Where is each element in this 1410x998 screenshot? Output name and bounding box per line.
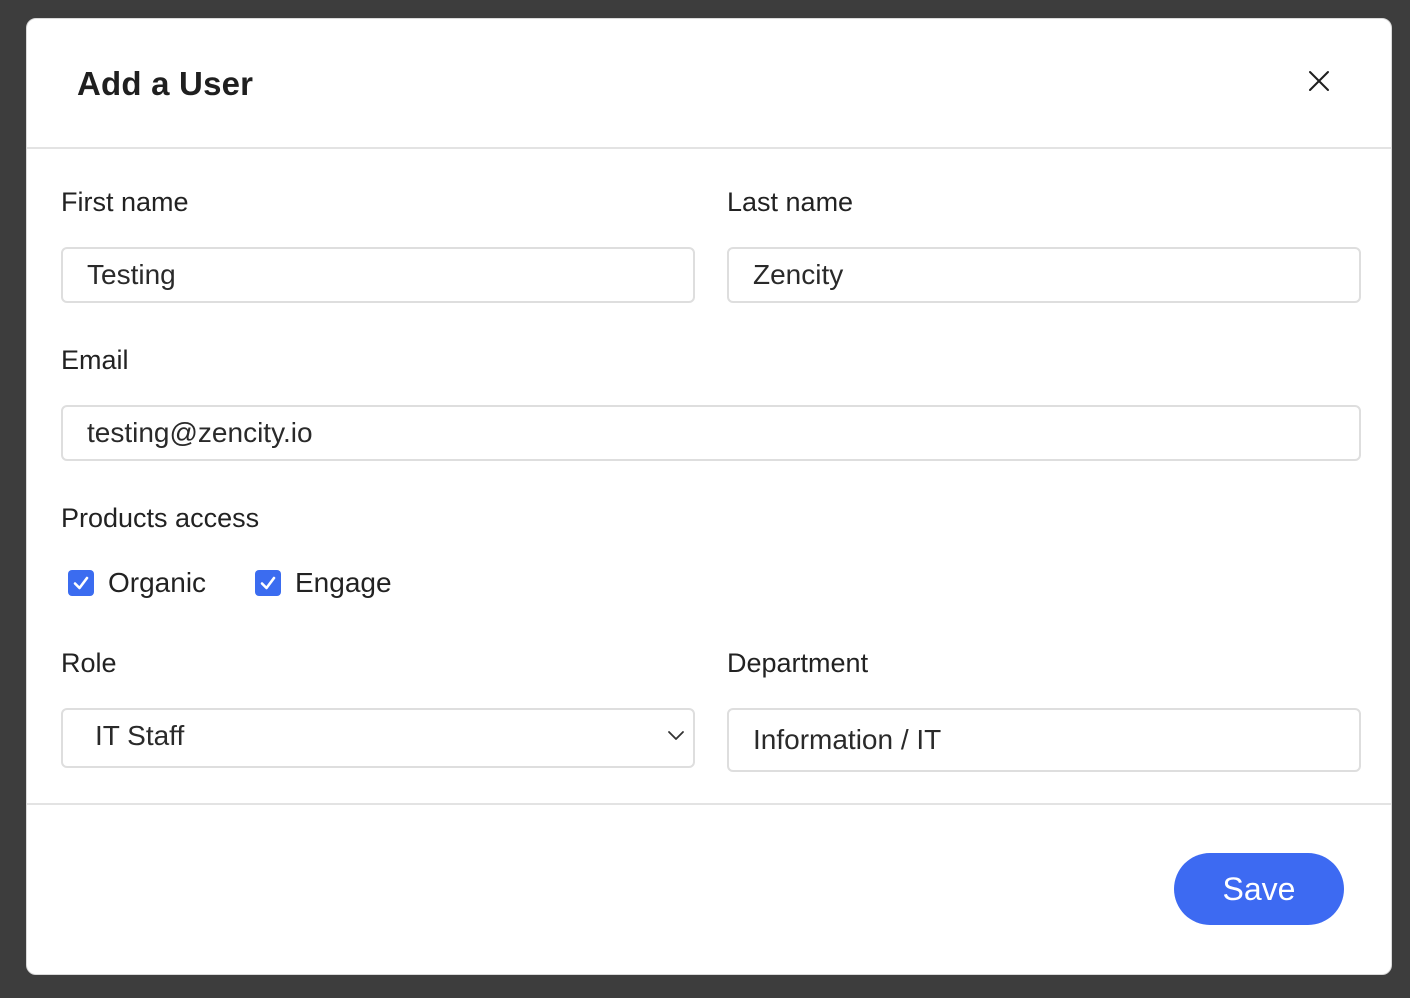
products-access-label: Products access (61, 503, 260, 533)
department-field[interactable] (727, 708, 1361, 772)
close-button[interactable] (1307, 69, 1331, 93)
first-name-label: First name (61, 187, 189, 217)
close-icon (1309, 71, 1329, 91)
email-label: Email (61, 345, 129, 375)
add-user-dialog: Add a User First name Last name Email Pr… (26, 18, 1392, 975)
dialog-body: First name Last name Email Products acce… (27, 149, 1391, 805)
dialog-footer: Save (27, 805, 1391, 974)
last-name-field[interactable] (727, 247, 1361, 303)
chevron-down-icon (668, 731, 684, 740)
organic-checkbox-option[interactable]: Organic (68, 567, 206, 599)
dialog-header: Add a User (27, 19, 1391, 149)
last-name-label: Last name (727, 187, 854, 217)
role-select[interactable]: IT Staff (61, 708, 695, 768)
organic-label: Organic (108, 567, 207, 598)
organic-checkbox[interactable] (68, 570, 94, 596)
role-label: Role (61, 648, 117, 678)
dialog-title: Add a User (77, 65, 254, 102)
checkmark-icon (73, 576, 89, 590)
department-label: Department (727, 648, 869, 678)
engage-label: Engage (295, 567, 392, 598)
save-button[interactable]: Save (1174, 853, 1344, 925)
role-selected-value: IT Staff (95, 720, 185, 751)
email-field[interactable] (61, 405, 1361, 461)
engage-checkbox[interactable] (255, 570, 281, 596)
checkmark-icon (260, 576, 276, 590)
first-name-field[interactable] (61, 247, 695, 303)
engage-checkbox-option[interactable]: Engage (255, 567, 392, 599)
